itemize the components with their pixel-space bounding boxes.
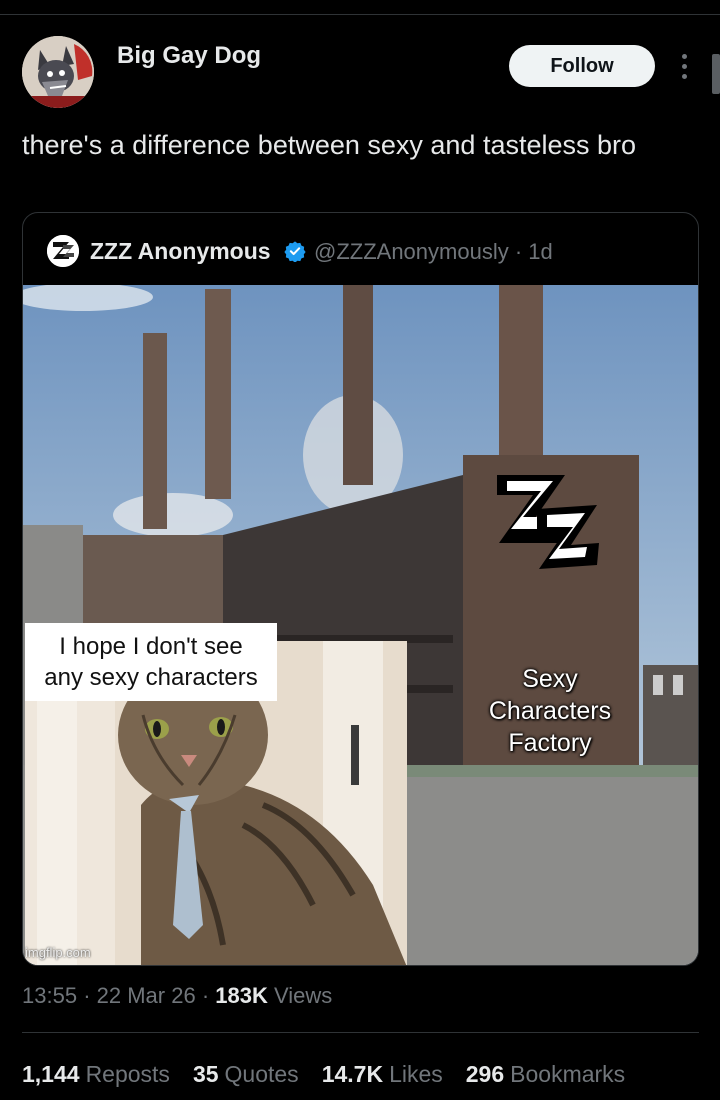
reposts-stat[interactable]: 1,144 Reposts (22, 1061, 170, 1088)
tweet-text: there's a difference between sexy and ta… (22, 130, 637, 160)
quotes-label: Quotes (224, 1061, 299, 1087)
likes-count: 14.7K (321, 1061, 384, 1087)
more-options-icon[interactable] (672, 48, 696, 84)
wolf-avatar-icon (22, 36, 94, 108)
quoted-handle-and-time[interactable]: @ZZZAnonymously · 1d (314, 239, 553, 265)
quotes-stat[interactable]: 35 Quotes (193, 1061, 299, 1088)
author-name[interactable]: Big Gay Dog (117, 42, 261, 70)
bookmarks-stat[interactable]: 296 Bookmarks (466, 1061, 625, 1088)
meta-separator: · (83, 983, 91, 1008)
bookmarks-label: Bookmarks (510, 1061, 626, 1087)
factory-label: Sexy Characters Factory (475, 663, 625, 759)
top-divider (0, 14, 720, 15)
quoted-tweet-card[interactable]: ZZZ Anonymous @ZZZAnonymously · 1d I hop… (22, 212, 699, 966)
meta-separator: · (201, 983, 210, 1008)
zzz-logo-icon (47, 235, 79, 267)
scrollbar-thumb[interactable] (712, 54, 720, 94)
imgflip-watermark: imgflip.com (25, 945, 91, 960)
tweet-meta: 13:55 · 22 Mar 26 · 183K Views (22, 983, 332, 1009)
quotes-count: 35 (192, 1061, 219, 1087)
factory-label-line-1: Sexy (522, 665, 578, 693)
bubble-line-2: any sexy characters (44, 664, 258, 691)
bookmarks-count: 296 (465, 1061, 505, 1087)
tweet-time[interactable]: 13:55 (22, 983, 77, 1008)
bubble-line-1: I hope I don't see (59, 633, 243, 660)
quoted-author-avatar[interactable] (45, 233, 81, 269)
stats-divider (22, 1032, 699, 1033)
likes-label: Likes (389, 1061, 443, 1087)
speech-bubble: I hope I don't see any sexy characters (25, 623, 277, 701)
factory-label-line-2: Characters (488, 697, 612, 725)
author-avatar[interactable] (22, 36, 94, 108)
engagement-stats: 1,144 Reposts 35 Quotes 14.7K Likes 296 Book… (22, 1061, 625, 1088)
meme-image[interactable]: I hope I don't see any sexy characters S… (23, 285, 698, 965)
follow-button[interactable]: Follow (509, 45, 655, 87)
verified-badge-icon (284, 241, 306, 262)
views-count: 183K (215, 983, 268, 1008)
quoted-tweet-header: ZZZ Anonymous @ZZZAnonymously · 1d (23, 213, 698, 285)
factory-label-line-3: Factory (508, 729, 592, 757)
reposts-label: Reposts (85, 1061, 170, 1087)
quoted-author-name[interactable]: ZZZ Anonymous (90, 238, 271, 265)
likes-stat[interactable]: 14.7K Likes (322, 1061, 443, 1088)
reposts-count: 1,144 (22, 1061, 80, 1087)
tweet-date[interactable]: 22 Mar 26 (97, 983, 196, 1008)
views-label: Views (274, 983, 333, 1008)
